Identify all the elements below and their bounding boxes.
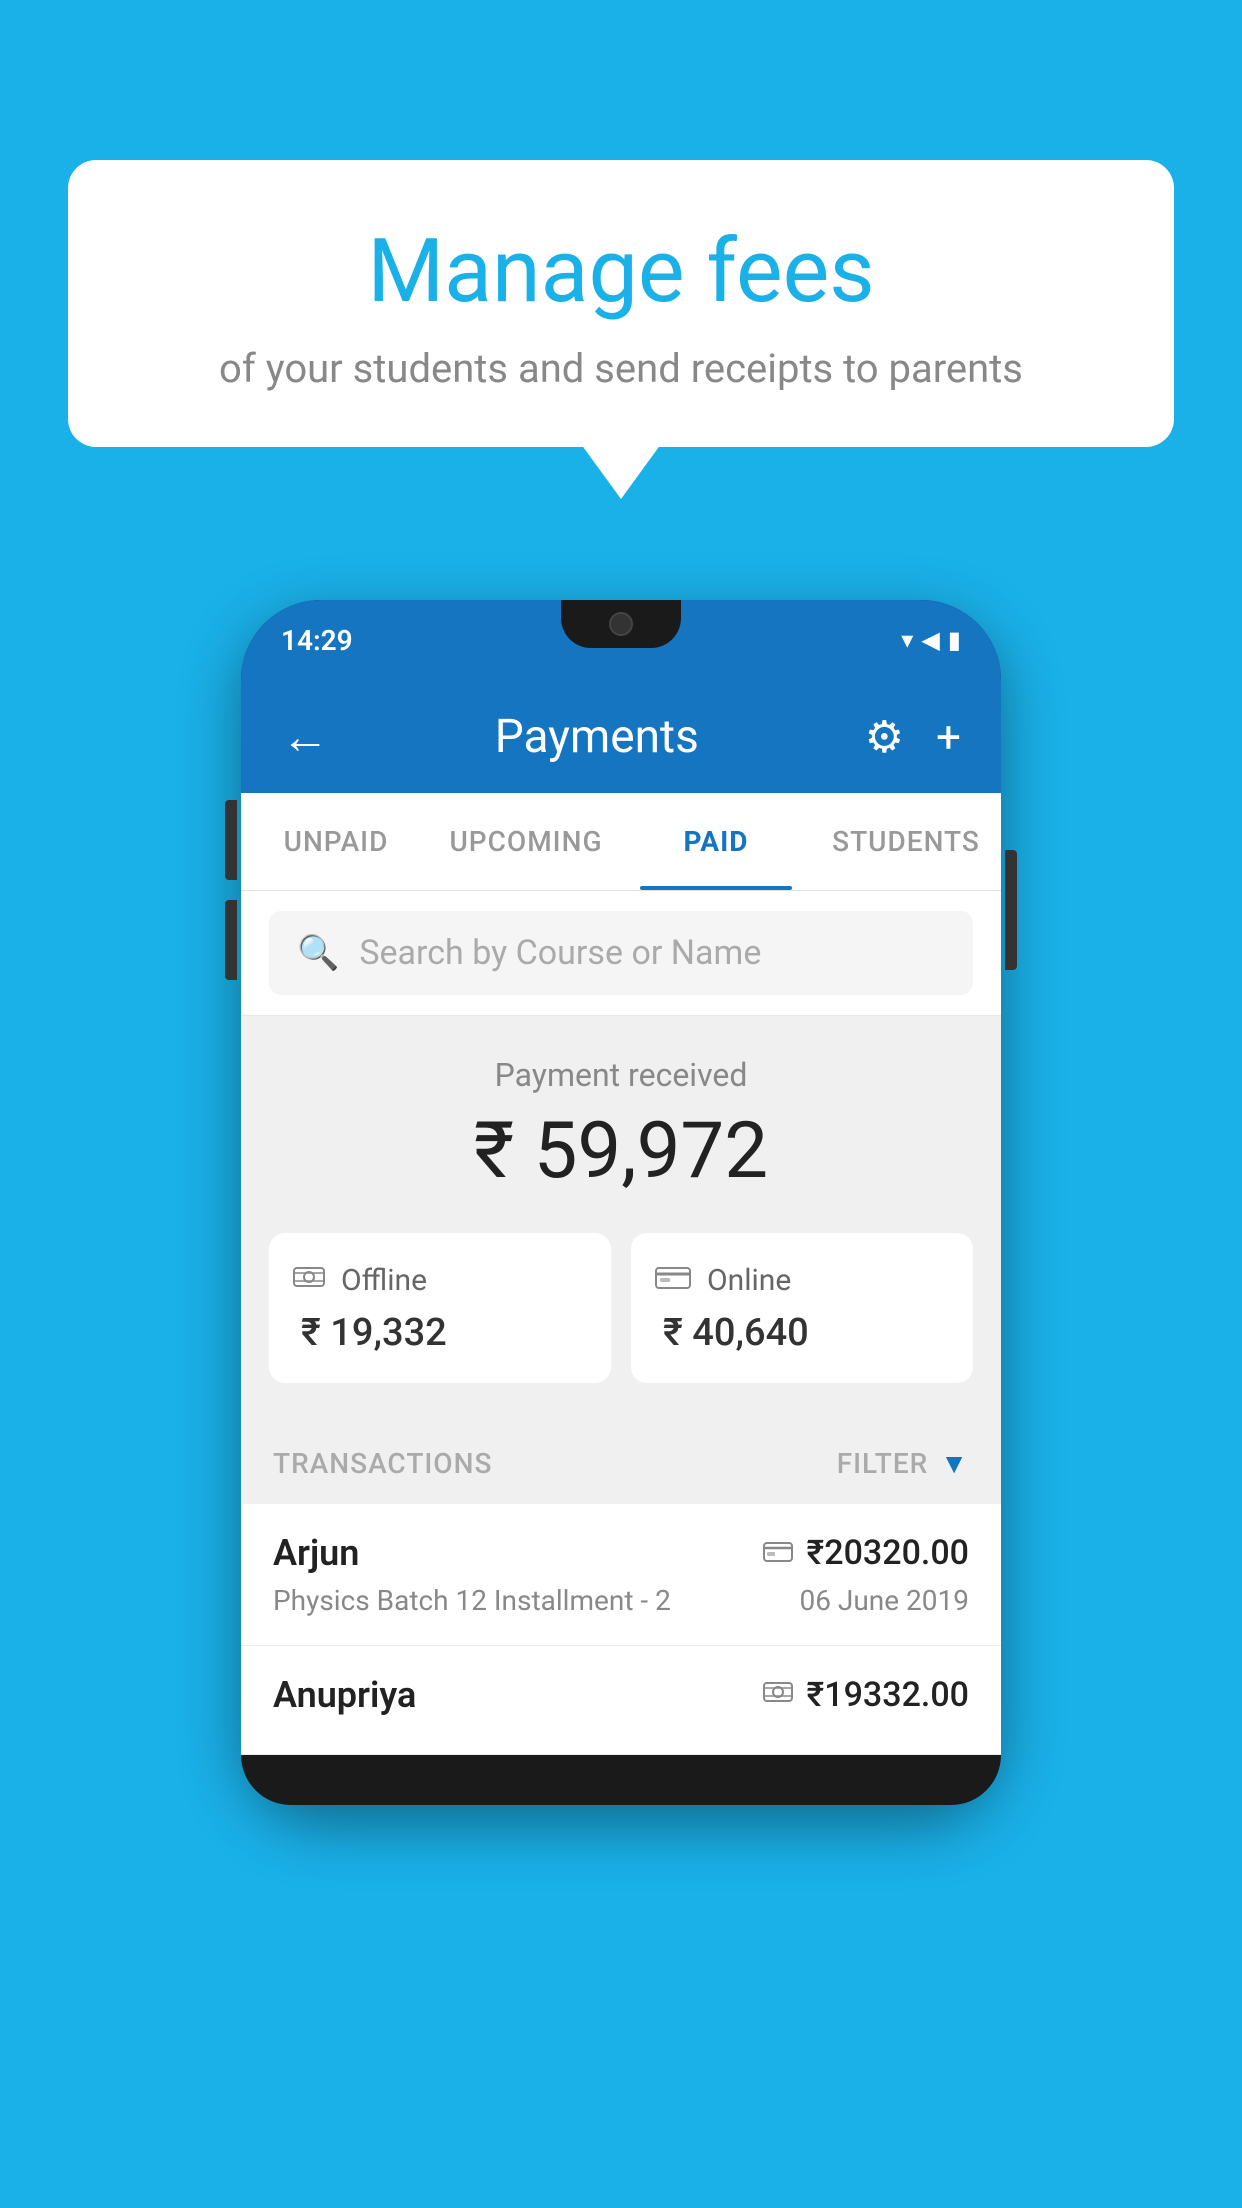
app-screen: ← Payments ⚙ + UNPAID UPCOMING PAID STUD…	[241, 680, 1001, 1755]
tab-unpaid[interactable]: UNPAID	[241, 793, 431, 890]
status-time: 14:29	[281, 624, 353, 657]
transaction-item[interactable]: Arjun ₹20320.00 Physics Batch 12 Install…	[241, 1504, 1001, 1646]
phone-side-button-power	[1005, 850, 1017, 970]
transaction-amount: ₹19332.00	[807, 1675, 969, 1715]
payment-received-label: Payment received	[269, 1056, 973, 1094]
transaction-date: 06 June 2019	[799, 1584, 969, 1617]
app-header: ← Payments ⚙ +	[241, 680, 1001, 793]
cash-icon	[293, 1261, 325, 1299]
search-placeholder: Search by Course or Name	[359, 933, 761, 973]
wifi-icon: ▾	[901, 626, 913, 654]
payment-cards: Offline ₹ 19,332	[269, 1233, 973, 1383]
add-icon[interactable]: +	[936, 711, 961, 763]
transaction-name: Anupriya	[273, 1674, 416, 1716]
back-button[interactable]: ←	[281, 708, 329, 765]
transaction-item[interactable]: Anupriya ₹19332.00	[241, 1646, 1001, 1755]
search-container: 🔍 Search by Course or Name	[241, 891, 1001, 1016]
transactions-label: TRANSACTIONS	[273, 1447, 492, 1480]
page-title: Payments	[495, 710, 699, 764]
offline-payment-card: Offline ₹ 19,332	[269, 1233, 611, 1383]
payment-total-amount: ₹ 59,972	[269, 1106, 973, 1197]
header-actions: ⚙ +	[865, 711, 961, 763]
card-icon	[655, 1261, 691, 1299]
signal-icon: ◀	[921, 626, 939, 654]
payment-type-icon	[763, 1678, 793, 1713]
payment-type-icon	[763, 1536, 793, 1571]
transaction-amount: ₹20320.00	[807, 1533, 969, 1573]
filter-button[interactable]: FILTER ▼	[837, 1447, 969, 1480]
status-bar: 14:29 ▾ ◀ ▮	[241, 600, 1001, 680]
filter-icon: ▼	[940, 1447, 969, 1480]
phone-side-button-vol-up	[225, 800, 237, 880]
tabs-bar: UNPAID UPCOMING PAID STUDENTS	[241, 793, 1001, 891]
online-amount: ₹ 40,640	[655, 1311, 809, 1355]
tab-students[interactable]: STUDENTS	[811, 793, 1001, 890]
offline-amount: ₹ 19,332	[293, 1311, 447, 1355]
speech-bubble-title: Manage fees	[118, 220, 1124, 323]
transaction-detail: Physics Batch 12 Installment - 2	[273, 1584, 671, 1617]
speech-bubble-subtitle: of your students and send receipts to pa…	[118, 345, 1124, 392]
transaction-name: Arjun	[273, 1532, 359, 1574]
search-icon: 🔍	[297, 933, 339, 973]
status-icons: ▾ ◀ ▮	[901, 626, 961, 654]
speech-bubble: Manage fees of your students and send re…	[68, 160, 1174, 447]
search-box[interactable]: 🔍 Search by Course or Name	[269, 911, 973, 995]
tab-upcoming[interactable]: UPCOMING	[431, 793, 621, 890]
online-label: Online	[707, 1263, 791, 1298]
filter-label: FILTER	[837, 1447, 929, 1480]
payment-summary: Payment received ₹ 59,972	[241, 1016, 1001, 1419]
phone-bottom	[241, 1755, 1001, 1805]
offline-label: Offline	[341, 1263, 427, 1298]
battery-icon: ▮	[948, 626, 961, 654]
online-payment-card: Online ₹ 40,640	[631, 1233, 973, 1383]
transactions-header: TRANSACTIONS FILTER ▼	[241, 1419, 1001, 1504]
settings-icon[interactable]: ⚙	[865, 711, 904, 763]
phone-frame: 14:29 ▾ ◀ ▮ ← Payments ⚙ + UNPAID UPCOMI…	[241, 600, 1001, 1805]
tab-paid[interactable]: PAID	[621, 793, 811, 890]
phone-side-button-vol-down	[225, 900, 237, 980]
